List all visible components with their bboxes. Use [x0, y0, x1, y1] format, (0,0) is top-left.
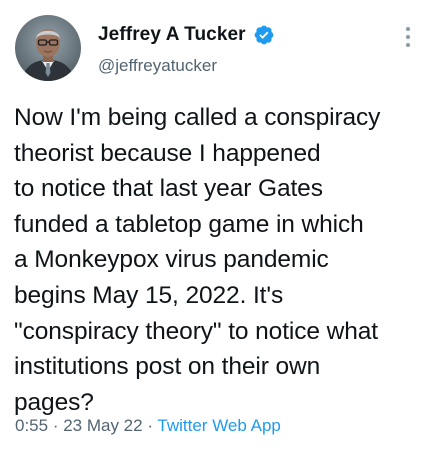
tweet-text-line: theorist because I happened — [14, 139, 321, 167]
tweet-text: Now I'm being called a conspiracy theori… — [14, 100, 439, 420]
tweet-text-line: a Monkeypox virus pandemic — [14, 246, 329, 274]
tweet-text-line: to notice that last year Gates — [14, 175, 323, 203]
tweet-text-line: Now I'm being called a conspiracy — [14, 104, 381, 131]
tweet: Jeffrey A Tucker @jeffreyatucker Now I'm… — [0, 0, 448, 450]
tweet-text-line: funded a tabletop game in which — [14, 210, 364, 238]
tweet-text-line: "conspiracy theory" to notice what — [14, 317, 378, 345]
tweet-time[interactable]: 0:55 — [15, 416, 48, 435]
verified-badge-icon — [253, 24, 275, 46]
tweet-text-line: begins May 15, 2022. It's — [14, 281, 284, 309]
tweet-meta: 0:55 · 23 May 22 · Twitter Web App — [15, 416, 281, 436]
author-handle[interactable]: @jeffreyatucker — [98, 56, 217, 76]
avatar[interactable] — [15, 15, 81, 81]
more-options-icon[interactable] — [398, 22, 418, 52]
avatar-image — [15, 15, 81, 81]
display-name[interactable]: Jeffrey A Tucker — [98, 24, 246, 46]
meta-separator: · — [48, 416, 64, 435]
tweet-date[interactable]: 23 May 22 — [63, 416, 142, 435]
tweet-text-line: institutions post on their own — [14, 353, 321, 381]
tweet-text-line: pages? — [14, 388, 94, 416]
more-dot — [406, 27, 410, 31]
author-name-row[interactable]: Jeffrey A Tucker — [98, 22, 275, 48]
meta-separator: · — [142, 416, 158, 435]
more-dot — [406, 43, 410, 47]
tweet-source-link[interactable]: Twitter Web App — [157, 416, 280, 435]
more-dot — [406, 35, 410, 39]
